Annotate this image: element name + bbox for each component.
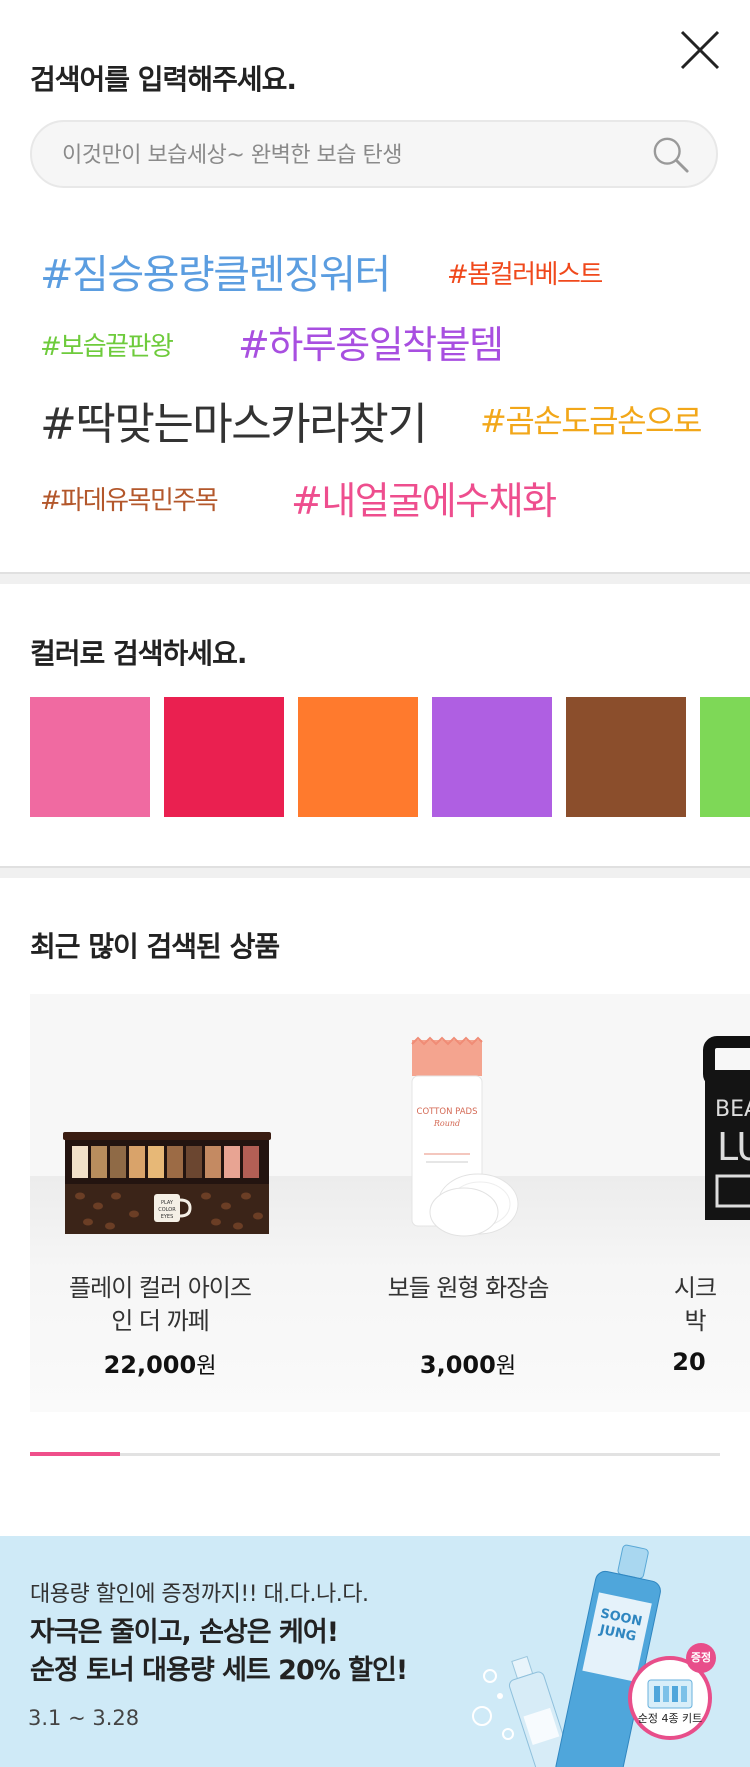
- banner-date: 3.1 ~ 3.28: [28, 1706, 140, 1730]
- color-swatch-green[interactable]: [700, 697, 750, 817]
- package-label: LUC: [717, 1125, 750, 1169]
- color-search-title: 컬러로 검색하세요.: [30, 637, 247, 670]
- product-name: 보들 원형 화장솜: [387, 1274, 550, 1302]
- hashtag-watercolor[interactable]: #내얼굴에수채화: [291, 470, 557, 525]
- banner-subtitle: 대용량 할인에 증정까지!! 대.다.나.다.: [30, 1582, 369, 1607]
- close-icon: [680, 30, 720, 70]
- product-card[interactable]: PLAY COLOR EYES 플레이 컬러 아이즈 인 더 까페 22,000…: [30, 994, 290, 1412]
- product-name: 플레이 컬러 아이즈: [69, 1274, 252, 1302]
- svg-text:PLAY: PLAY: [161, 1200, 174, 1206]
- search-icon[interactable]: [652, 136, 690, 174]
- product-name: 박: [684, 1307, 706, 1335]
- cotton-pads-image: COTTON PADS Round: [411, 1036, 519, 1237]
- color-swatch-brown[interactable]: [566, 697, 686, 817]
- hashtag-foundation[interactable]: #파데유목민주목: [40, 480, 219, 517]
- color-swatch-purple[interactable]: [432, 697, 552, 817]
- section-divider: [0, 572, 750, 584]
- recent-products-title: 최근 많이 검색된 상품: [30, 930, 280, 963]
- product-card[interactable]: BEAUT LUC 시크 박 20: [645, 994, 750, 1412]
- search-title: 검색어를 입력해주세요.: [30, 63, 297, 96]
- color-swatch-red[interactable]: [164, 697, 284, 817]
- product-name: 인 더 까페: [111, 1307, 210, 1335]
- eyeshadow-palette-image: PLAY COLOR EYES: [63, 1132, 271, 1234]
- package-label: Round: [433, 1119, 460, 1128]
- hashtag-long-lasting[interactable]: #하루종일착붙템: [238, 314, 504, 369]
- package-label: BEAUT: [715, 1097, 750, 1122]
- product-carousel[interactable]: PLAY COLOR EYES 플레이 컬러 아이즈 인 더 까페 22,000…: [30, 994, 750, 1412]
- section-divider: [0, 866, 750, 878]
- hashtag-mascara[interactable]: #딱맞는마스카라찾기: [40, 388, 428, 452]
- banner-title: 자극은 줄이고, 손상은 케어!: [30, 1617, 339, 1648]
- hashtag-easy-makeup[interactable]: #곰손도금손으로: [480, 396, 702, 442]
- hashtag-cleansing-water[interactable]: #짐승용량클렌징워터: [40, 242, 391, 300]
- promo-banner[interactable]: 대용량 할인에 증정까지!! 대.다.나.다. 자극은 줄이고, 손상은 케어!…: [0, 1536, 750, 1767]
- svg-text:EYES: EYES: [161, 1214, 174, 1220]
- product-name: 시크: [673, 1274, 717, 1302]
- hashtag-spring-color[interactable]: #봄컬러베스트: [447, 254, 603, 291]
- carousel-scrollbar[interactable]: [30, 1453, 720, 1456]
- svg-text:COLOR: COLOR: [158, 1207, 176, 1213]
- hashtag-moisture[interactable]: #보습끝판왕: [40, 326, 174, 363]
- gift-badge-label: 순정 4종 키트: [637, 1712, 703, 1725]
- gift-tag: 증정: [686, 1643, 716, 1673]
- banner-title: 순정 토너 대용량 세트 20% 할인!: [30, 1655, 408, 1686]
- package-label: COTTON PADS: [417, 1107, 478, 1117]
- search-bar[interactable]: [30, 120, 718, 188]
- close-button[interactable]: [676, 26, 724, 74]
- black-package-image: BEAUT LUC: [703, 1036, 750, 1220]
- color-swatch-pink[interactable]: [30, 697, 150, 817]
- product-price: 20: [672, 1348, 706, 1376]
- color-swatch-orange[interactable]: [298, 697, 418, 817]
- product-price: 22,000원: [103, 1351, 217, 1379]
- carousel-scrollbar-thumb[interactable]: [30, 1452, 120, 1456]
- search-input[interactable]: [60, 122, 654, 188]
